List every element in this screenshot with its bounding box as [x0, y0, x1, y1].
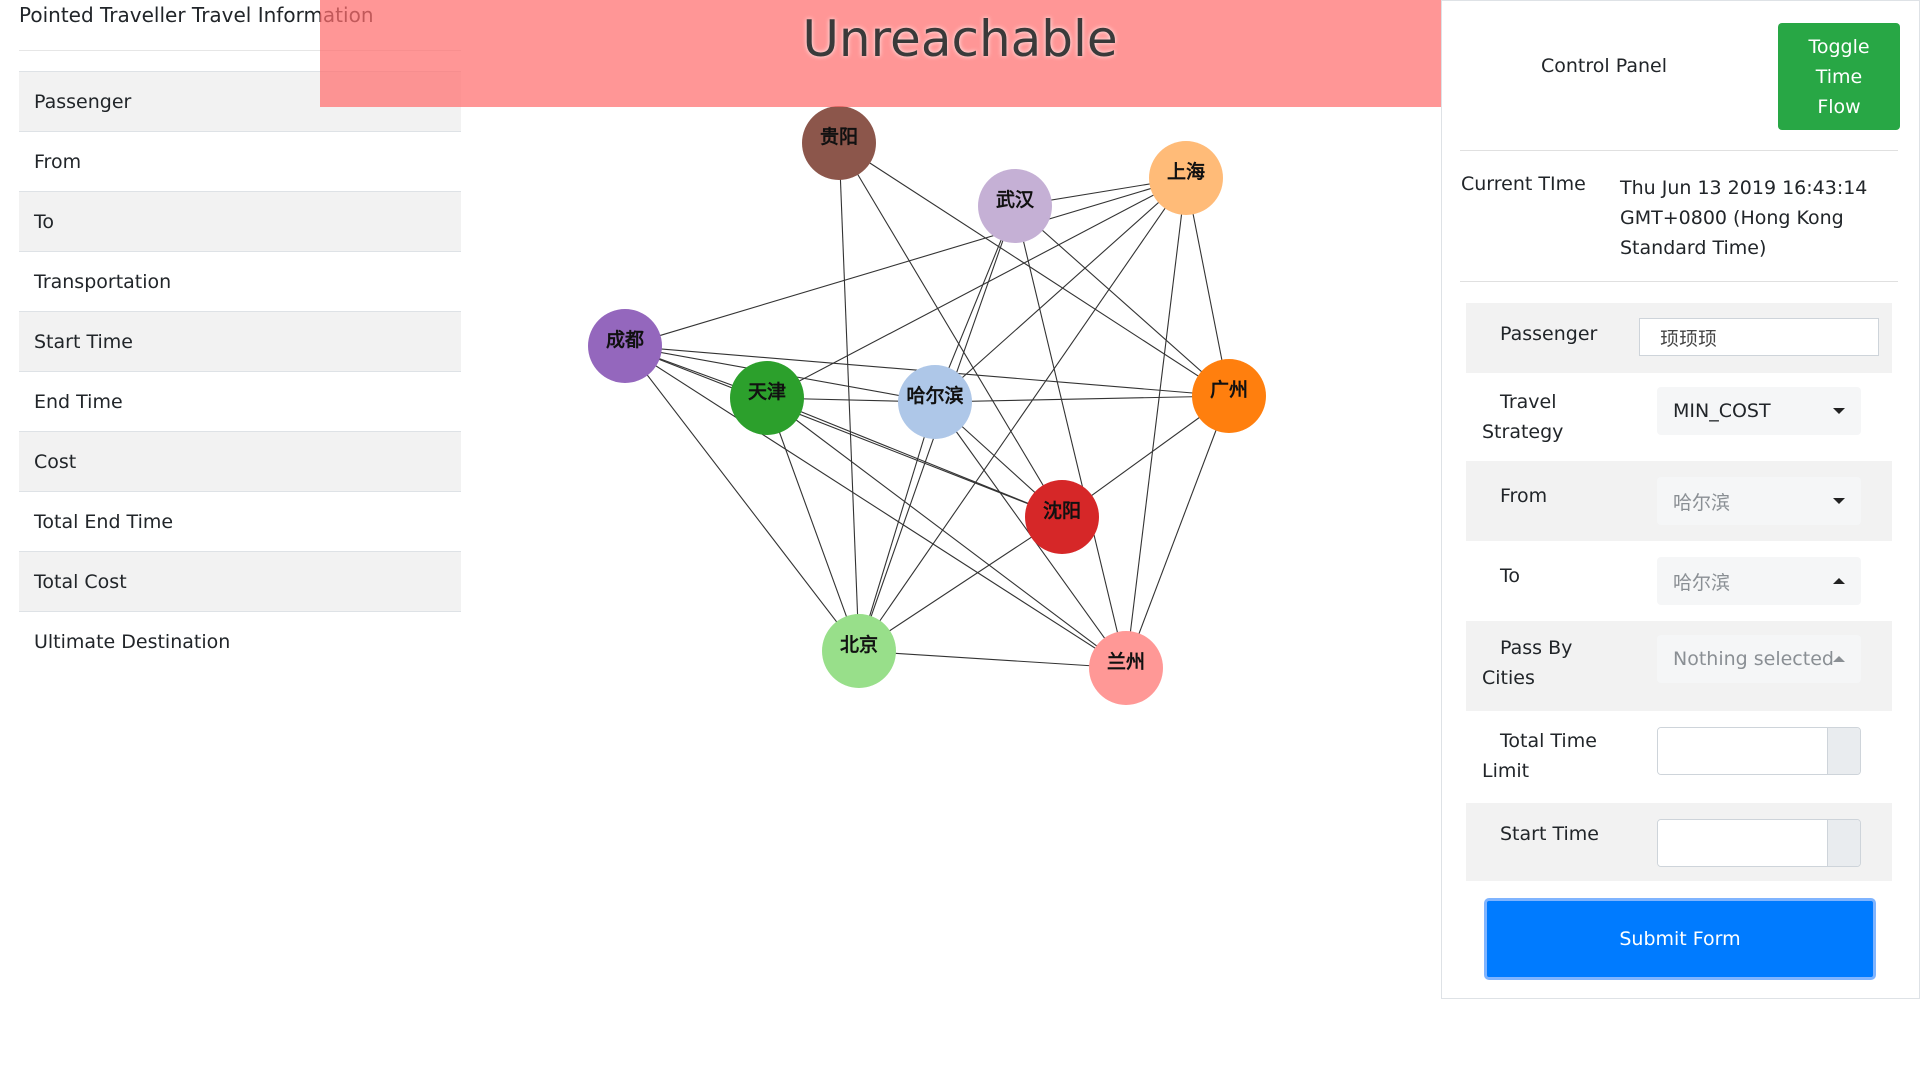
submit-form-button[interactable]: Submit Form [1484, 898, 1876, 980]
start-time-input[interactable] [1658, 820, 1828, 866]
travel-info-table: Passenger From To Transportation Start T… [19, 71, 461, 671]
city-node-tianjin[interactable]: 天津 [730, 361, 804, 435]
to-select[interactable]: 哈尔滨 [1657, 557, 1861, 605]
form-row-to: To 哈尔滨 [1466, 541, 1892, 621]
travel-strategy-label: Travel Strategy [1482, 387, 1563, 447]
graph-edge-tianjin-beijing [766, 397, 860, 652]
info-row-transportation: Transportation [19, 251, 461, 311]
chevron-down-icon [1833, 498, 1845, 504]
divider [1460, 150, 1898, 151]
to-label-text: To [1500, 565, 1521, 587]
pass-by-label-line: Pass By [1500, 637, 1573, 659]
city-node-label: 兰州 [1107, 650, 1145, 673]
city-node-lanzhou[interactable]: 兰州 [1089, 631, 1163, 705]
graph-edge-haerbin-guangzhou [934, 395, 1230, 403]
graph-edge-beijing-lanzhou [858, 650, 1127, 669]
passenger-label: Passenger [1482, 319, 1597, 349]
form-row-pass-by-cities: Pass By Cities Nothing selected [1466, 621, 1892, 711]
city-node-guangzhou[interactable]: 广州 [1192, 359, 1266, 433]
pass-by-placeholder: Nothing selected [1673, 648, 1834, 670]
info-row-cost: Cost [19, 431, 461, 491]
toggle-time-flow-button[interactable]: Toggle Time Flow [1778, 23, 1900, 130]
travel-strategy-label-line: Strategy [1482, 421, 1564, 443]
total-time-limit-label-line: Total Time [1500, 730, 1597, 752]
info-row-ultimate-destination: Ultimate Destination [19, 611, 461, 671]
banner-text: Unreachable [802, 10, 1118, 68]
info-row-to: To [19, 191, 461, 251]
input-addon[interactable] [1827, 820, 1860, 866]
control-panel: Control Panel Toggle Time Flow Current T… [1441, 0, 1920, 999]
total-time-limit-input-group [1657, 727, 1861, 775]
form-row-passenger: Passenger [1466, 303, 1892, 373]
travel-strategy-select[interactable]: MIN_COST [1657, 387, 1861, 435]
form-row-travel-strategy: Travel Strategy MIN_COST [1466, 373, 1892, 461]
city-node-label: 哈尔滨 [906, 384, 963, 407]
current-time-line: Thu Jun 13 2019 16:43:14 [1620, 177, 1868, 199]
graph-edge-guiyang-beijing [838, 142, 860, 652]
chevron-down-icon [1833, 408, 1845, 414]
travel-strategy-label-line: Travel [1500, 391, 1557, 413]
city-node-label: 广州 [1210, 378, 1248, 401]
toggle-label-line: Toggle [1808, 35, 1870, 58]
passenger-input[interactable] [1639, 318, 1879, 356]
start-time-input-group [1657, 819, 1861, 867]
divider [1460, 281, 1898, 282]
city-node-label: 贵阳 [820, 126, 858, 148]
toggle-label-line: Time [1815, 65, 1863, 88]
total-time-limit-label: Total Time Limit [1482, 726, 1597, 786]
current-time-line: GMT+0800 (Hong Kong [1620, 207, 1844, 229]
city-node-chengdu[interactable]: 成都 [588, 309, 662, 383]
passenger-label-text: Passenger [1500, 323, 1598, 345]
from-label: From [1482, 481, 1547, 511]
info-row-start-time: Start Time [19, 311, 461, 371]
from-value: 哈尔滨 [1673, 491, 1731, 514]
from-select[interactable]: 哈尔滨 [1657, 477, 1861, 525]
city-node-guiyang[interactable]: 贵阳 [802, 106, 876, 180]
city-node-label: 武汉 [996, 189, 1035, 211]
start-time-label-text: Start Time [1500, 823, 1599, 845]
pass-by-label-line: Cities [1482, 667, 1535, 689]
city-network-graph[interactable]: 贵阳武汉 上海成都天津 哈尔滨 广州沈阳北京兰州 [540, 80, 1340, 720]
unreachable-banner: Unreachable [320, 0, 1600, 107]
form-row-total-time-limit: Total Time Limit [1466, 711, 1892, 803]
current-time-line: Standard Time) [1620, 237, 1767, 259]
pass-by-cities-select[interactable]: Nothing selected [1657, 635, 1861, 683]
start-time-label: Start Time [1482, 819, 1599, 849]
form-row-start-time: Start Time [1466, 803, 1892, 881]
info-row-end-time: End Time [19, 371, 461, 431]
graph-edge-guangzhou-lanzhou [1125, 395, 1230, 669]
city-node-label: 上海 [1167, 160, 1205, 183]
graph-edge-wuhan-lanzhou [1014, 205, 1127, 669]
city-node-haerbin[interactable]: 哈尔滨 [898, 365, 972, 439]
info-row-from: From [19, 131, 461, 191]
city-node-label: 天津 [748, 380, 786, 403]
control-panel-title: Control Panel [1541, 55, 1667, 77]
city-node-shenyang[interactable]: 沈阳 [1025, 480, 1099, 554]
travel-strategy-value: MIN_COST [1673, 400, 1771, 422]
city-node-label: 北京 [840, 633, 878, 656]
total-time-limit-input[interactable] [1658, 728, 1828, 774]
chevron-up-icon [1833, 656, 1845, 662]
city-node-shanghai[interactable]: 上海 [1149, 141, 1223, 215]
input-addon[interactable] [1827, 728, 1860, 774]
current-time-value: Thu Jun 13 2019 16:43:14 GMT+0800 (Hong … [1620, 173, 1870, 263]
graph-edge-shanghai-chengdu [624, 177, 1187, 347]
info-row-total-cost: Total Cost [19, 551, 461, 611]
pass-by-label: Pass By Cities [1482, 633, 1572, 693]
city-node-wuhan[interactable]: 武汉 [978, 169, 1052, 243]
from-label-text: From [1500, 485, 1548, 507]
to-label: To [1482, 561, 1520, 591]
chevron-up-icon [1833, 578, 1845, 584]
toggle-label-line: Flow [1817, 95, 1861, 118]
to-value: 哈尔滨 [1673, 571, 1731, 594]
current-time-label: Current TIme [1461, 173, 1586, 195]
city-node-label: 成都 [606, 328, 644, 351]
city-node-label: 沈阳 [1043, 499, 1081, 522]
form-row-from: From 哈尔滨 [1466, 461, 1892, 541]
total-time-limit-label-line: Limit [1482, 760, 1530, 782]
info-row-total-end-time: Total End Time [19, 491, 461, 551]
city-node-beijing[interactable]: 北京 [822, 614, 896, 688]
